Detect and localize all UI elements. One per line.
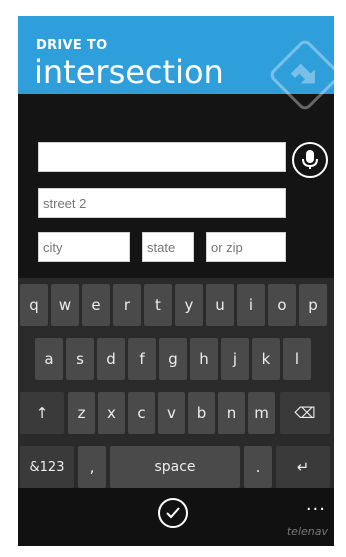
numbers-key[interactable]: &123 xyxy=(20,446,74,488)
key-w[interactable]: w xyxy=(51,284,79,326)
key-z[interactable]: z xyxy=(68,392,95,434)
backspace-key[interactable]: ⌫ xyxy=(280,392,330,434)
street-1-input[interactable] xyxy=(38,142,286,172)
brand-label: telenav xyxy=(286,525,328,538)
key-d[interactable]: d xyxy=(97,338,125,380)
city-input[interactable] xyxy=(38,232,130,262)
key-r[interactable]: r xyxy=(113,284,141,326)
zip-input[interactable] xyxy=(206,232,286,262)
page-title: intersection xyxy=(34,53,224,91)
key-q[interactable]: q xyxy=(20,284,48,326)
key-j[interactable]: j xyxy=(221,338,249,380)
telenav-logo-icon xyxy=(270,40,334,110)
key-l[interactable]: l xyxy=(283,338,311,380)
key-m[interactable]: m xyxy=(248,392,275,434)
state-input[interactable] xyxy=(142,232,194,262)
key-s[interactable]: s xyxy=(66,338,94,380)
key-n[interactable]: n xyxy=(218,392,245,434)
key-c[interactable]: c xyxy=(128,392,155,434)
app-bar: ... telenav xyxy=(18,488,334,546)
key-p[interactable]: p xyxy=(299,284,327,326)
voice-input-button[interactable] xyxy=(292,142,328,178)
key-v[interactable]: v xyxy=(158,392,185,434)
phone-screen: DRIVE TO intersection q w e r t y u i o … xyxy=(18,16,334,546)
key-h[interactable]: h xyxy=(190,338,218,380)
key-k[interactable]: k xyxy=(252,338,280,380)
key-t[interactable]: t xyxy=(144,284,172,326)
key-x[interactable]: x xyxy=(98,392,125,434)
space-key[interactable]: space xyxy=(110,446,240,488)
more-button[interactable]: ... xyxy=(306,494,326,515)
key-y[interactable]: y xyxy=(175,284,203,326)
key-a[interactable]: a xyxy=(35,338,63,380)
shift-key[interactable]: ↑ xyxy=(20,392,64,434)
key-o[interactable]: o xyxy=(268,284,296,326)
key-i[interactable]: i xyxy=(237,284,265,326)
microphone-icon xyxy=(302,150,318,169)
key-b[interactable]: b xyxy=(188,392,215,434)
confirm-button[interactable] xyxy=(158,498,188,528)
key-g[interactable]: g xyxy=(159,338,187,380)
page-eyebrow: DRIVE TO xyxy=(36,38,108,53)
header: DRIVE TO intersection xyxy=(18,16,334,110)
key-e[interactable]: e xyxy=(82,284,110,326)
key-period[interactable]: . xyxy=(244,446,272,488)
street-2-input[interactable] xyxy=(38,188,286,218)
key-f[interactable]: f xyxy=(128,338,156,380)
key-u[interactable]: u xyxy=(206,284,234,326)
enter-key[interactable]: ↵ xyxy=(276,446,330,488)
checkmark-icon xyxy=(166,507,180,519)
key-comma[interactable]: , xyxy=(78,446,106,488)
